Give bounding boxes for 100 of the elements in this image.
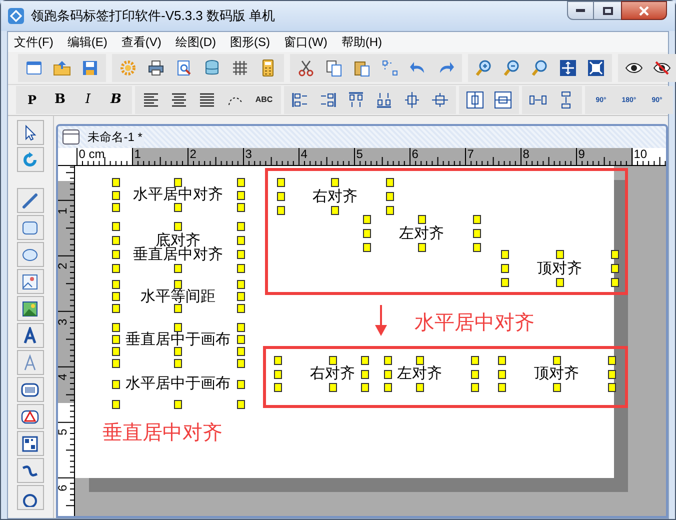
folder-icon xyxy=(53,59,71,77)
triangle-tool-icon xyxy=(21,408,40,426)
image-button[interactable] xyxy=(16,269,44,294)
ruler-number: 1 xyxy=(134,148,141,160)
annotation-text: 水平居中对齐 xyxy=(414,313,535,333)
text-object: 顶对齐 xyxy=(534,366,580,381)
selection-handle[interactable] xyxy=(174,323,182,332)
menu-item[interactable]: 帮助(H) xyxy=(341,33,382,51)
landscape-image-button[interactable] xyxy=(16,296,44,321)
rotate-icon xyxy=(21,150,40,168)
center-vertical-icon xyxy=(403,91,421,109)
database-icon xyxy=(203,59,221,77)
text-object: 右对齐 xyxy=(312,188,358,204)
selection-handle[interactable] xyxy=(174,203,182,212)
triangle-tool-button[interactable] xyxy=(16,404,44,429)
magnifier-icon xyxy=(531,59,549,77)
copy-icon xyxy=(325,59,343,77)
grid-icon xyxy=(231,59,249,77)
save-icon xyxy=(81,59,99,77)
qr-code-icon xyxy=(21,434,40,452)
ruler-number: 4 xyxy=(300,148,308,160)
align-center-icon xyxy=(170,91,188,109)
annotation-text: 垂直居中对齐 xyxy=(102,423,223,443)
landscape-image-icon xyxy=(21,300,40,318)
line-tool-icon xyxy=(21,192,40,210)
menu-item[interactable]: 文件(F) xyxy=(14,33,54,51)
align-left-icon xyxy=(142,91,160,109)
text-object: 垂直居中对齐 xyxy=(133,246,224,262)
menu-item[interactable]: 窗口(W) xyxy=(284,33,328,51)
ellipse-button[interactable] xyxy=(16,242,44,267)
font-style-button[interactable]: P xyxy=(20,88,44,112)
text-object: 水平居中于画布 xyxy=(126,376,231,391)
align-left-objects-icon xyxy=(291,91,309,109)
text-object: 左对齐 xyxy=(397,366,442,381)
selection-handle[interactable] xyxy=(174,400,182,409)
zoom-out-icon xyxy=(503,59,521,77)
rounded-rectangle-button[interactable] xyxy=(16,215,44,240)
text-object: 水平居中对齐 xyxy=(133,187,224,202)
qr-code-button[interactable] xyxy=(16,431,44,456)
ruler-number: 10 xyxy=(634,148,648,160)
text-object: 左对齐 xyxy=(399,226,444,240)
center-on-page-horizontal-icon xyxy=(494,91,512,109)
ruler-number: 9 xyxy=(578,148,585,160)
close-icon xyxy=(639,6,649,16)
close-button[interactable] xyxy=(621,1,667,20)
minimize-button[interactable] xyxy=(567,1,594,20)
selection-handle[interactable] xyxy=(174,304,182,313)
font-style-button[interactable]: B xyxy=(104,88,128,112)
document-window-icon xyxy=(62,129,80,145)
selection-handle[interactable] xyxy=(174,222,182,231)
window-icon xyxy=(25,59,43,77)
line-tool-button[interactable] xyxy=(16,188,44,213)
gear-icon xyxy=(119,59,137,77)
center-on-page-vertical-icon xyxy=(466,91,484,109)
ruler-number: 8 xyxy=(522,148,530,160)
text-tool-button[interactable] xyxy=(16,323,44,348)
text-object: 顶对齐 xyxy=(537,260,582,276)
ruler-number: 5 xyxy=(356,148,363,160)
text-object: 垂直居中于画布 xyxy=(126,332,231,346)
ruler-number: 3 xyxy=(58,318,68,325)
selection-handle[interactable] xyxy=(331,206,340,215)
menu-item[interactable]: 编辑(E) xyxy=(67,33,108,51)
ruler-number: 6 xyxy=(58,484,68,491)
selection-handle[interactable] xyxy=(174,178,182,187)
window-title: 领跑条码标签打印软件-V5.3.3 数码版 单机 xyxy=(31,7,276,26)
text-effect-button[interactable]: ABC xyxy=(251,88,277,112)
fit-page-icon xyxy=(559,59,577,77)
app-logo-icon xyxy=(7,7,25,25)
menu-item[interactable]: 绘图(D) xyxy=(175,33,216,51)
ruler-number: 4 xyxy=(58,374,68,380)
paste-icon xyxy=(353,59,371,77)
fit-all-icon xyxy=(587,59,605,77)
hidden-eye-icon xyxy=(653,59,671,77)
ruler-number: 5 xyxy=(58,428,68,436)
rounded-rectangle-icon xyxy=(21,218,40,236)
ruler-number: 7 xyxy=(467,148,474,160)
move-points-icon xyxy=(381,59,399,77)
font-style-button[interactable]: I xyxy=(76,88,100,112)
text-object: 底对齐 xyxy=(156,232,201,248)
ruler-number: 0 cm xyxy=(78,148,105,160)
menu-item[interactable]: 图形(S) xyxy=(230,33,270,51)
ruler-number: 3 xyxy=(245,148,252,160)
menu-item[interactable]: 查看(V) xyxy=(121,33,162,51)
align-top-objects-icon xyxy=(347,91,365,109)
selection-handle[interactable] xyxy=(331,178,340,187)
text-object: 水平等间距 xyxy=(140,288,216,304)
print-preview-icon xyxy=(175,59,193,77)
printer-icon xyxy=(147,59,165,77)
ruler-number: 2 xyxy=(190,148,196,160)
align-right-objects-icon xyxy=(319,91,337,109)
ruler-number: 1 xyxy=(58,208,68,214)
pointer-button[interactable] xyxy=(16,120,44,145)
align-justify-icon xyxy=(198,91,216,109)
maximize-button[interactable] xyxy=(594,1,621,20)
font-style-button[interactable]: B xyxy=(48,88,72,112)
document-tab[interactable]: 未命名-1 * xyxy=(86,128,144,146)
curve-tool-button[interactable] xyxy=(16,458,44,483)
scissors-icon xyxy=(297,59,315,77)
image-icon xyxy=(21,272,40,290)
barcode-tool-button[interactable] xyxy=(16,377,44,402)
